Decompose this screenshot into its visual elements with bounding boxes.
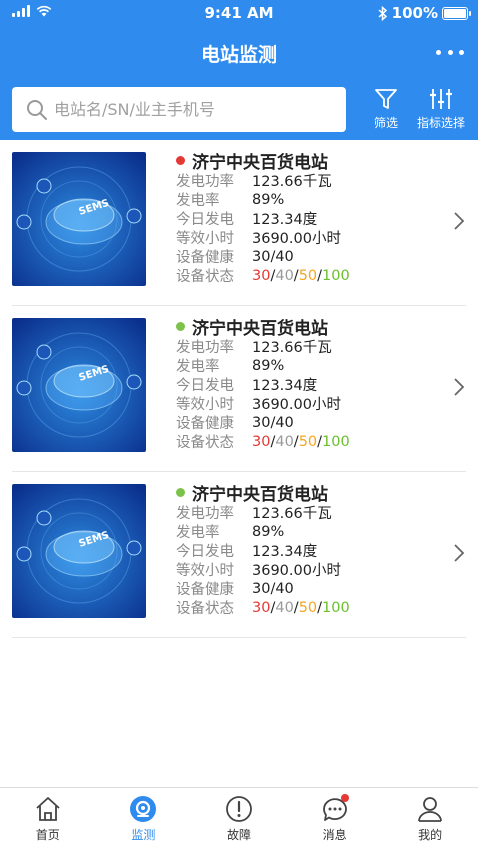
hours-label: 等效小时	[176, 397, 234, 413]
rate-label: 发电率	[176, 193, 220, 209]
filter-label: 筛选	[373, 116, 398, 130]
power-label: 发电功率	[176, 174, 234, 190]
tab-profile[interactable]: 我的	[382, 788, 478, 850]
health-value: 30/40	[252, 414, 294, 431]
power-label: 发电功率	[176, 506, 234, 522]
bluetooth-icon	[378, 5, 387, 21]
status-label: 设备状态	[176, 601, 234, 617]
today-value: 123.34度	[252, 212, 318, 228]
hours-label: 等效小时	[176, 563, 234, 579]
tab-monitor[interactable]: 监测	[96, 788, 192, 850]
battery-icon	[442, 6, 471, 20]
tab-label: 故障	[226, 828, 251, 842]
health-label: 设备健康	[176, 582, 234, 598]
hours-label: 等效小时	[176, 231, 234, 247]
today-value: 123.34度	[252, 378, 318, 394]
monitor-icon	[130, 796, 157, 822]
hours-value: 3690.00小时	[252, 563, 341, 579]
app-root: 9:41 AM 100% 电站监测 筛选	[0, 0, 478, 850]
metric-label: 指标选择	[416, 116, 465, 130]
today-value: 123.34度	[252, 544, 318, 560]
status-bar: 9:41 AM 100%	[0, 0, 478, 28]
filter-button[interactable]: 筛选	[366, 86, 406, 131]
today-label: 今日发电	[176, 212, 234, 228]
station-info: 济宁中央百货电站 发电功率 123.66千瓦 发电率 89% 今日发电 123.34度…	[176, 315, 350, 451]
home-icon	[36, 797, 60, 821]
health-value: 30/40	[252, 248, 294, 265]
station-image: SEMS	[12, 484, 146, 618]
status-right: 100%	[378, 4, 471, 22]
station-name: 济宁中央百货电站	[192, 318, 328, 339]
chevron-right-icon[interactable]	[452, 376, 466, 398]
station-name: 济宁中央百货电站	[192, 484, 328, 505]
tab-fault[interactable]: 故障	[191, 788, 287, 850]
health-value: 30/40	[252, 580, 294, 597]
chevron-right-icon[interactable]	[452, 542, 466, 564]
page-title: 电站监测	[200, 44, 277, 66]
more-menu-button[interactable]	[436, 44, 464, 60]
rate-value: 89%	[252, 523, 285, 540]
today-label: 今日发电	[176, 544, 234, 560]
station-card[interactable]: SEMS 济宁中央百货电站 发电功率 123.66千瓦 发电率 89% 今日发电 12…	[12, 472, 466, 638]
health-label: 设备健康	[176, 250, 234, 266]
health-label: 设备健康	[176, 416, 234, 432]
power-value: 123.66千瓦	[252, 340, 332, 356]
today-label: 今日发电	[176, 378, 234, 394]
hours-value: 3690.00小时	[252, 397, 341, 413]
unread-badge	[340, 794, 349, 802]
search-input[interactable]	[54, 100, 334, 119]
status-label: 设备状态	[176, 435, 234, 451]
header: 9:41 AM 100% 电站监测 筛选	[0, 0, 478, 140]
sliders-icon	[430, 89, 452, 109]
metric-select-button[interactable]: 指标选择	[412, 86, 470, 131]
tab-label: 消息	[322, 828, 347, 842]
status-dot	[176, 321, 185, 331]
filter-icon	[375, 89, 397, 109]
station-info: 济宁中央百货电站 发电功率 123.66千瓦 发电率 89% 今日发电 123.34度…	[176, 481, 350, 617]
power-value: 123.66千瓦	[252, 174, 332, 190]
search-bar[interactable]	[12, 87, 346, 132]
rate-label: 发电率	[176, 525, 220, 541]
status-values: 30/40/50/100	[252, 267, 350, 284]
tab-home[interactable]: 首页	[0, 788, 96, 850]
fault-icon	[226, 796, 252, 822]
status-values: 30/40/50/100	[252, 599, 350, 616]
status-dot	[176, 487, 185, 497]
station-info: 济宁中央百货电站 发电功率 123.66千瓦 发电率 89% 今日发电 123.34度…	[176, 149, 350, 285]
hours-value: 3690.00小时	[252, 231, 341, 247]
bottom-tab-bar: 首页 监测 故障 消息 我的	[0, 787, 478, 850]
chevron-right-icon[interactable]	[452, 210, 466, 232]
rate-label: 发电率	[176, 359, 220, 375]
status-values: 30/40/50/100	[252, 433, 350, 450]
profile-icon	[418, 797, 443, 822]
tab-label: 首页	[35, 828, 60, 842]
rate-value: 89%	[252, 191, 285, 208]
power-value: 123.66千瓦	[252, 506, 332, 522]
station-name: 济宁中央百货电站	[192, 152, 328, 173]
station-card[interactable]: SEMS 济宁中央百货电站 发电功率 123.66千瓦 发电率 89% 今日发电 12…	[12, 306, 466, 472]
station-card[interactable]: SEMS 济宁中央百货电站 发电功率 123.66千瓦 发电率 89% 今日发电 12…	[12, 140, 466, 306]
tab-message[interactable]: 消息	[287, 788, 383, 850]
station-image: SEMS	[12, 152, 146, 286]
search-icon	[27, 99, 47, 120]
power-label: 发电功率	[176, 340, 234, 356]
station-image: SEMS	[12, 318, 146, 452]
status-dot	[176, 155, 185, 165]
status-label: 设备状态	[176, 269, 234, 285]
station-list: SEMS 济宁中央百货电站 发电功率 123.66千瓦 发电率 89% 今日发电 12…	[0, 140, 478, 638]
tab-label: 监测	[131, 828, 156, 842]
rate-value: 89%	[252, 357, 285, 374]
battery-percent: 100%	[391, 4, 438, 22]
tab-label: 我的	[418, 828, 443, 842]
